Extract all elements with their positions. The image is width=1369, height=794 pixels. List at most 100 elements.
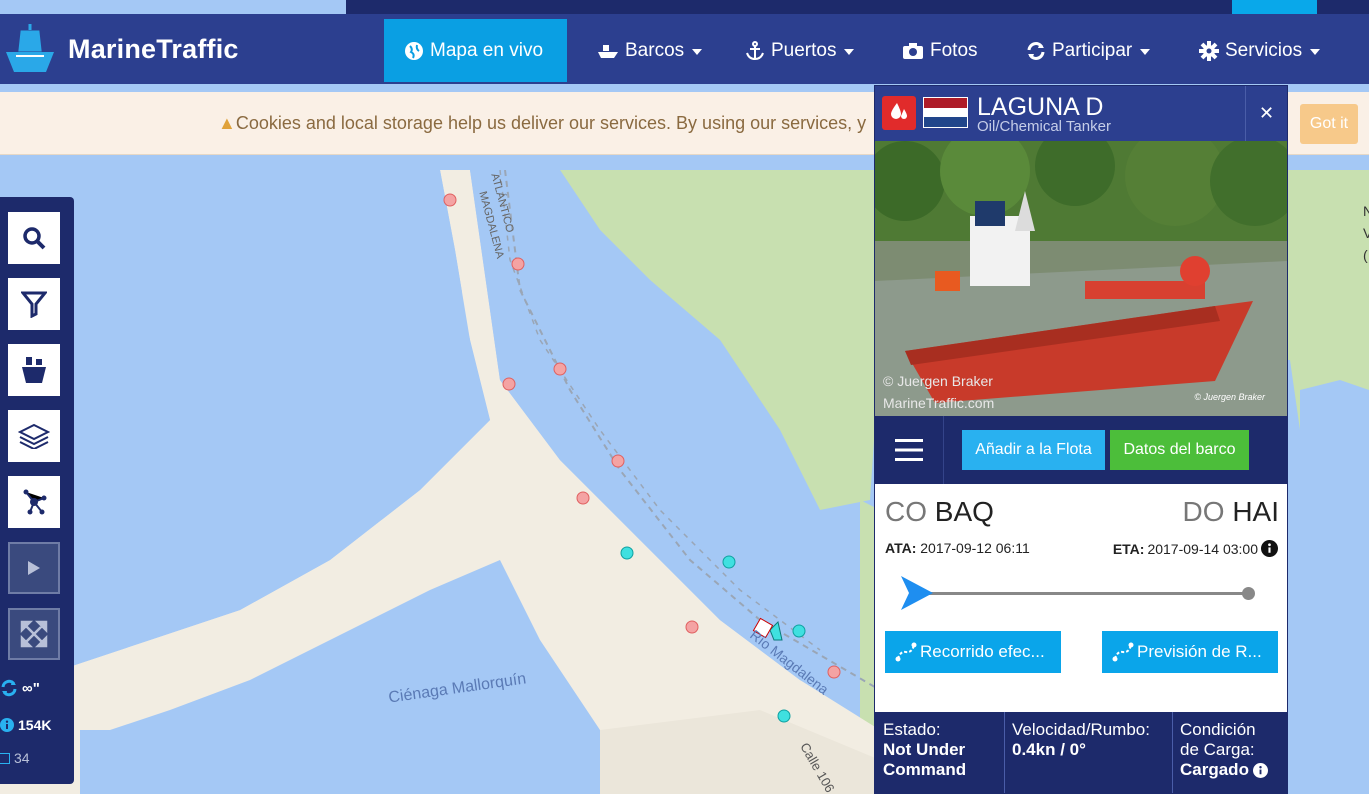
- globe-icon: [404, 41, 424, 61]
- hamburger-menu-button[interactable]: [875, 416, 944, 484]
- refresh-value: ∞": [22, 679, 40, 697]
- search-button[interactable]: [8, 212, 60, 264]
- past-track-label: Recorrido efec...: [920, 642, 1045, 661]
- fullscreen-button[interactable]: [8, 608, 60, 660]
- flag-stripe: [924, 98, 967, 108]
- cookie-text: Cookies and local storage help us delive…: [235, 113, 867, 133]
- photo-signature: © Juergen Braker: [1194, 392, 1265, 402]
- route-icon: [1112, 642, 1134, 662]
- tanker-icon: [882, 96, 916, 130]
- departure-port[interactable]: CO BAQ: [885, 496, 994, 528]
- load-condition: Condición de Carga: Cargado: [1180, 720, 1268, 780]
- menu-icon: [895, 439, 923, 461]
- measure-button[interactable]: [8, 476, 60, 528]
- eta-value: 2017-09-14 03:00: [1147, 540, 1258, 557]
- checked-count-stat[interactable]: 34: [0, 750, 30, 766]
- route-icon: [895, 642, 917, 662]
- chevron-down-icon: [1140, 48, 1151, 55]
- eta: ETA: 2017-09-14 03:00: [1113, 540, 1278, 557]
- nav-vessels[interactable]: Barcos: [597, 19, 703, 82]
- vessel-marker: [502, 377, 516, 391]
- divider: [1172, 712, 1173, 793]
- layers-button[interactable]: [8, 410, 60, 462]
- play-icon: [28, 561, 40, 575]
- ata-value: 2017-09-12 06:11: [920, 540, 1030, 556]
- logo[interactable]: MarineTraffic: [2, 22, 239, 76]
- voyage-progress-arrow: [901, 576, 933, 610]
- info-icon[interactable]: [1252, 762, 1268, 778]
- photo-site: MarineTraffic.com: [883, 395, 995, 411]
- close-icon[interactable]: ✕: [1245, 86, 1287, 141]
- refresh-stat[interactable]: ∞": [0, 679, 40, 697]
- nav-photos[interactable]: Fotos: [902, 19, 978, 82]
- vessel-actions: Añadir a la Flota Datos del barco: [875, 416, 1287, 484]
- anchor-icon: [745, 40, 765, 61]
- map-toolbar: ∞" 154K 34: [0, 197, 74, 784]
- speed-label: Velocidad/Rumbo:: [1012, 720, 1150, 739]
- navigation-status: Estado: Not Under Command: [883, 720, 966, 780]
- vessel-photo[interactable]: © Juergen Braker MarineTraffic.com © Jue…: [875, 141, 1287, 416]
- flag-stripe: [924, 107, 967, 118]
- photo-credit: © Juergen Braker: [883, 373, 993, 389]
- nav-participate[interactable]: Participar: [1026, 19, 1151, 82]
- vessel-marker: [777, 709, 791, 723]
- top-strip-accent: [1232, 0, 1317, 14]
- cookie-accept-button[interactable]: Got it: [1300, 104, 1358, 144]
- nav-services[interactable]: Servicios: [1199, 19, 1321, 82]
- warning-icon: ▲: [218, 113, 236, 133]
- forecast-route-button[interactable]: Previsión de R...: [1102, 631, 1278, 673]
- eta-label: ETA:: [1112, 540, 1145, 557]
- divider: [1004, 712, 1005, 793]
- lake-east: [1300, 380, 1369, 794]
- departure-port-code: BAQ: [934, 496, 994, 527]
- ata: ATA: 2017-09-12 06:11: [885, 540, 1030, 556]
- status-value: Command: [883, 760, 967, 779]
- add-to-fleet-button[interactable]: Añadir a la Flota: [962, 430, 1105, 470]
- ata-label: ATA:: [885, 540, 917, 556]
- vessel-marker: [827, 665, 841, 679]
- nav-live-map[interactable]: Mapa en vivo: [384, 19, 568, 82]
- nav-label: Fotos: [930, 39, 978, 61]
- checkbox-icon: [0, 752, 10, 764]
- load-label: Condición: [1180, 720, 1256, 739]
- vessel-marker: [722, 555, 736, 569]
- map-edge-text: N V (: [1363, 200, 1369, 266]
- speed-course: Velocidad/Rumbo: 0.4kn / 0°: [1012, 720, 1150, 760]
- vessel-marker: [685, 620, 699, 634]
- vessel-status-bar: Estado: Not Under Command Velocidad/Rumb…: [875, 712, 1287, 793]
- flag-stripe: [924, 117, 967, 127]
- logo-text: MarineTraffic: [68, 33, 239, 64]
- vessel-marker: [611, 454, 625, 468]
- vessel-marker: [792, 624, 806, 638]
- layers-icon: [18, 423, 50, 449]
- voyage-progress-end: [1242, 587, 1255, 600]
- nav-label: Puertos: [771, 39, 837, 61]
- destination-country: DO: [1182, 496, 1225, 527]
- voyage-progress-track: [915, 592, 1249, 595]
- vessel-panel: LAGUNA D Oil/Chemical Tanker ✕ © Juergen…: [874, 85, 1288, 794]
- departure-country: CO: [885, 496, 927, 527]
- chevron-down-icon: [1310, 48, 1321, 55]
- fleet-button[interactable]: [8, 344, 60, 396]
- checked-count: 34: [14, 750, 30, 766]
- cookie-message: ▲Cookies and local storage help us deliv…: [218, 113, 866, 134]
- load-value: Cargado: [1180, 760, 1249, 779]
- past-track-button[interactable]: Recorrido efec...: [885, 631, 1061, 673]
- info-icon[interactable]: [1261, 540, 1278, 557]
- nav-ports[interactable]: Puertos: [745, 19, 855, 82]
- play-button[interactable]: [8, 542, 60, 594]
- refresh-icon: [1, 679, 17, 697]
- vessel-marker: [553, 362, 567, 376]
- filter-button[interactable]: [8, 278, 60, 330]
- status-label: Estado:: [883, 720, 941, 739]
- ship-icon: [597, 42, 619, 60]
- chevron-down-icon: [692, 48, 703, 55]
- nav-label: Participar: [1052, 39, 1133, 61]
- destination-port[interactable]: DO HAI: [1183, 496, 1279, 528]
- expand-icon: [20, 620, 48, 648]
- sync-icon: [1026, 41, 1046, 61]
- voyage-info: CO BAQ DO HAI ATA: 2017-09-12 06:11 ETA:…: [875, 484, 1287, 712]
- camera-icon: [902, 42, 924, 60]
- vessel-details-button[interactable]: Datos del barco: [1110, 430, 1249, 470]
- vessel-marker: [511, 257, 525, 271]
